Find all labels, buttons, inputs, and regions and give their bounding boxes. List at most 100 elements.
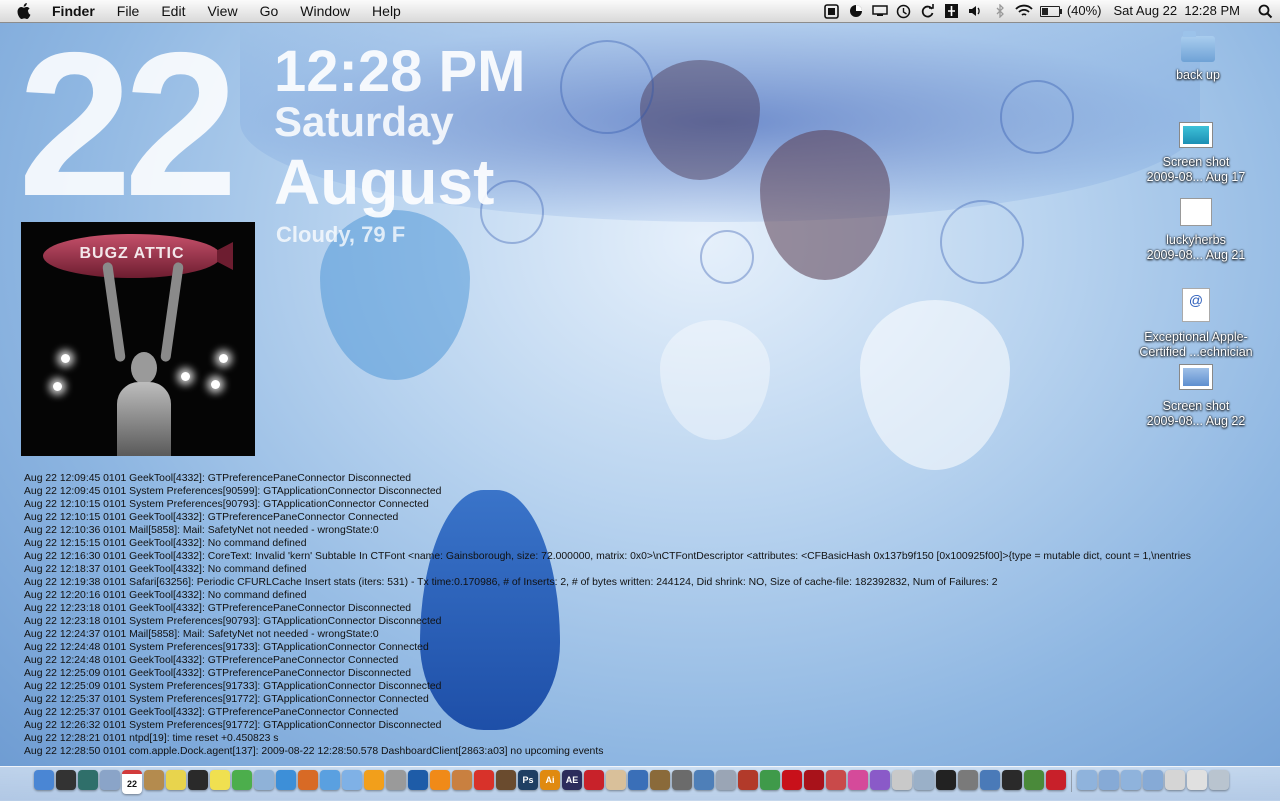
geektool-month: August [274, 146, 495, 218]
log-line: Aug 22 12:25:37 0101 System Preferences[… [24, 694, 429, 705]
preview-icon[interactable] [254, 770, 274, 790]
desktop-icon-screenshot-aug17[interactable]: Screen shot 2009-08... Aug 17 [1126, 122, 1266, 185]
log-line: Aug 22 12:25:09 0101 System Preferences[… [24, 681, 442, 692]
tools-icon[interactable] [672, 770, 692, 790]
menu-help[interactable]: Help [361, 0, 412, 22]
geektool-time: 12:28 PM [274, 39, 526, 104]
geektool-weekday: Saturday [274, 98, 454, 145]
stack-mail-icon[interactable] [1187, 770, 1207, 790]
files-icon[interactable] [892, 770, 912, 790]
desktop-icon-sublabel: 2009-08... Aug 21 [1146, 248, 1246, 262]
menu-view[interactable]: View [196, 0, 248, 22]
stack-printer-icon[interactable] [1165, 770, 1185, 790]
log-line: Aug 22 12:10:15 0101 System Preferences[… [24, 499, 429, 510]
red-app-icon[interactable] [782, 770, 802, 790]
bape-icon[interactable] [1024, 770, 1044, 790]
folder-icon [1181, 31, 1215, 62]
evernote-icon[interactable] [232, 770, 252, 790]
console-log: Aug 22 12:09:45 0101 GeekTool[4332]: GTP… [24, 472, 1249, 758]
menu-file[interactable]: File [106, 0, 151, 22]
pie-menu-icon[interactable] [844, 0, 868, 22]
utility-icon[interactable] [650, 770, 670, 790]
system-profiler-icon[interactable] [628, 770, 648, 790]
desktop-icon-webloc[interactable]: @ Exceptional Apple- Certified ...echnic… [1126, 288, 1266, 360]
parallels-icon[interactable] [1046, 770, 1066, 790]
spotlight-icon[interactable] [1250, 0, 1280, 22]
tomato-icon[interactable] [474, 770, 494, 790]
skype-icon[interactable] [188, 770, 208, 790]
display-icon[interactable] [980, 770, 1000, 790]
activity-monitor-icon[interactable] [1002, 770, 1022, 790]
trash-icon[interactable] [1209, 770, 1229, 790]
sync-icon[interactable] [916, 0, 940, 22]
webloc-file-icon: @ [1182, 288, 1210, 322]
itunes-icon[interactable] [342, 770, 362, 790]
menu-finder[interactable]: Finder [46, 0, 106, 22]
textedit-icon[interactable] [606, 770, 626, 790]
figure-body [117, 382, 171, 456]
desktop-icon-back-up[interactable]: back up [1128, 31, 1268, 83]
xcode-icon[interactable] [716, 770, 736, 790]
notes-icon[interactable] [210, 770, 230, 790]
ichat-icon[interactable] [320, 770, 340, 790]
menu-window[interactable]: Window [289, 0, 361, 22]
stack-downloads-icon[interactable] [1121, 770, 1141, 790]
red-book-icon[interactable] [804, 770, 824, 790]
time-machine-menu-icon[interactable] [892, 0, 916, 22]
stack-documents-icon[interactable] [1099, 770, 1119, 790]
photo-booth-icon[interactable] [496, 770, 516, 790]
screenshot-app-icon[interactable] [914, 770, 934, 790]
address-book-icon[interactable] [144, 770, 164, 790]
terminal-icon[interactable] [936, 770, 956, 790]
firefox-icon[interactable] [298, 770, 318, 790]
geektool-menu-icon[interactable] [940, 0, 964, 22]
menu-bar: Finder File Edit View Go Window Help (40… [0, 0, 1280, 23]
spaces-icon[interactable] [820, 0, 844, 22]
mail-icon[interactable] [100, 770, 120, 790]
stack-applications-icon[interactable] [1077, 770, 1097, 790]
battery-percent: (40%) [1066, 3, 1102, 18]
acrobat-icon[interactable] [584, 770, 604, 790]
safari-icon[interactable] [276, 770, 296, 790]
desktop-icon-luckyherbs[interactable]: luckyherbs 2009-08... Aug 21 [1126, 198, 1266, 263]
finder-icon[interactable] [34, 770, 54, 790]
volume-icon[interactable] [964, 0, 988, 22]
pink-app-icon[interactable] [848, 770, 868, 790]
battery-indicator[interactable]: (40%) [1036, 0, 1108, 22]
apple-menu-icon[interactable] [14, 0, 34, 22]
menu-go[interactable]: Go [249, 0, 290, 22]
log-line: Aug 22 12:25:37 0101 GeekTool[4332]: GTP… [24, 707, 399, 718]
photoshop-icon[interactable]: Ps [518, 770, 538, 790]
stanza-icon[interactable] [364, 770, 384, 790]
geektool-day: 22 [18, 10, 238, 239]
desktop-icon-label: Screen shot [1162, 155, 1230, 169]
desktop-icon-label: Screen shot [1162, 399, 1230, 413]
grapher-icon[interactable] [760, 770, 780, 790]
wifi-icon[interactable] [1012, 0, 1036, 22]
stickies-icon[interactable] [166, 770, 186, 790]
time-machine-icon[interactable] [78, 770, 98, 790]
dashboard-icon[interactable] [56, 770, 76, 790]
document-file-icon [1180, 198, 1212, 226]
desktop-icon-screenshot-aug22[interactable]: Screen shot 2009-08... Aug 22 [1126, 364, 1266, 429]
purple-app-icon[interactable] [870, 770, 890, 790]
calendar-icon[interactable]: 22 [122, 770, 142, 794]
presenter-icon[interactable] [738, 770, 758, 790]
bluetooth-icon[interactable] [988, 0, 1012, 22]
stack-music-icon[interactable] [1143, 770, 1163, 790]
font-book-icon[interactable] [826, 770, 846, 790]
pencil-icon[interactable] [452, 770, 472, 790]
log-line: Aug 22 12:23:18 0101 GeekTool[4332]: GTP… [24, 603, 412, 614]
network-icon[interactable] [694, 770, 714, 790]
quicktime-icon[interactable] [408, 770, 428, 790]
log-line: Aug 22 12:24:48 0101 GeekTool[4332]: GTP… [24, 655, 399, 666]
transmission-icon[interactable] [386, 770, 406, 790]
display-mirror-icon[interactable] [868, 0, 892, 22]
log-line: Aug 22 12:23:18 0101 System Preferences[… [24, 616, 442, 627]
calculator-icon[interactable] [958, 770, 978, 790]
after-effects-icon[interactable]: AE [562, 770, 582, 790]
vlc-icon[interactable] [430, 770, 450, 790]
menu-edit[interactable]: Edit [150, 0, 196, 22]
menu-clock[interactable]: Sat Aug 22 12:28 PM [1108, 0, 1250, 22]
illustrator-icon[interactable]: Ai [540, 770, 560, 790]
